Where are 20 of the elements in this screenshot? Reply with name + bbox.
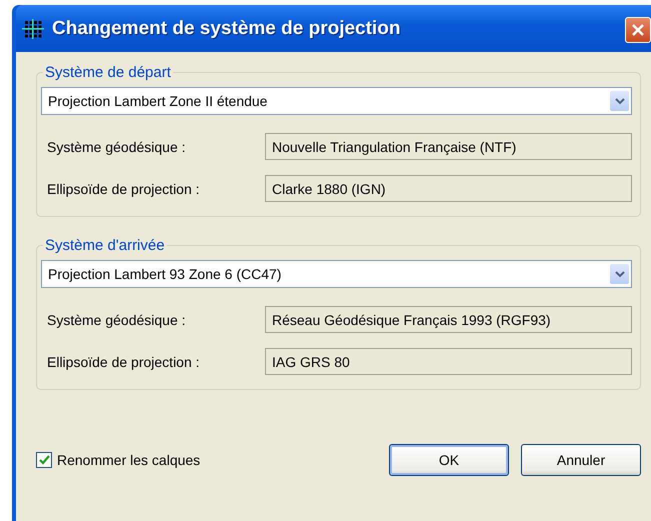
checkbox[interactable] xyxy=(36,452,52,468)
readonly-field: Réseau Géodésique Français 1993 (RGF93) xyxy=(265,306,632,333)
readonly-field: Nouvelle Triangulation Française (NTF) xyxy=(265,133,632,160)
field-label: Système géodésique : xyxy=(46,312,187,328)
dialog-button[interactable]: Annuler xyxy=(521,444,641,476)
field-label: Ellipsoïde de projection : xyxy=(46,354,201,370)
field-label: Système géodésique : xyxy=(46,138,187,154)
readonly-field: Clarke 1880 (IGN) xyxy=(265,175,632,202)
close-button[interactable] xyxy=(625,17,651,43)
field-label: Ellipsoïde de projection : xyxy=(46,180,201,196)
grid-icon xyxy=(22,18,44,38)
dialog-button[interactable]: OK xyxy=(389,444,509,476)
group-title: Système de départ xyxy=(44,64,172,81)
readonly-field: IAG GRS 80 xyxy=(265,348,632,375)
projection-dropdown[interactable]: Projection Lambert Zone II étendue xyxy=(41,87,632,115)
close-icon[interactable] xyxy=(631,23,645,37)
checkbox-label[interactable]: Renommer les calques xyxy=(57,452,200,468)
window-title: Changement de système de projection xyxy=(52,18,400,40)
projection-dropdown[interactable]: Projection Lambert 93 Zone 6 (CC47) xyxy=(41,260,632,288)
group-title: Système d'arrivée xyxy=(44,237,166,254)
